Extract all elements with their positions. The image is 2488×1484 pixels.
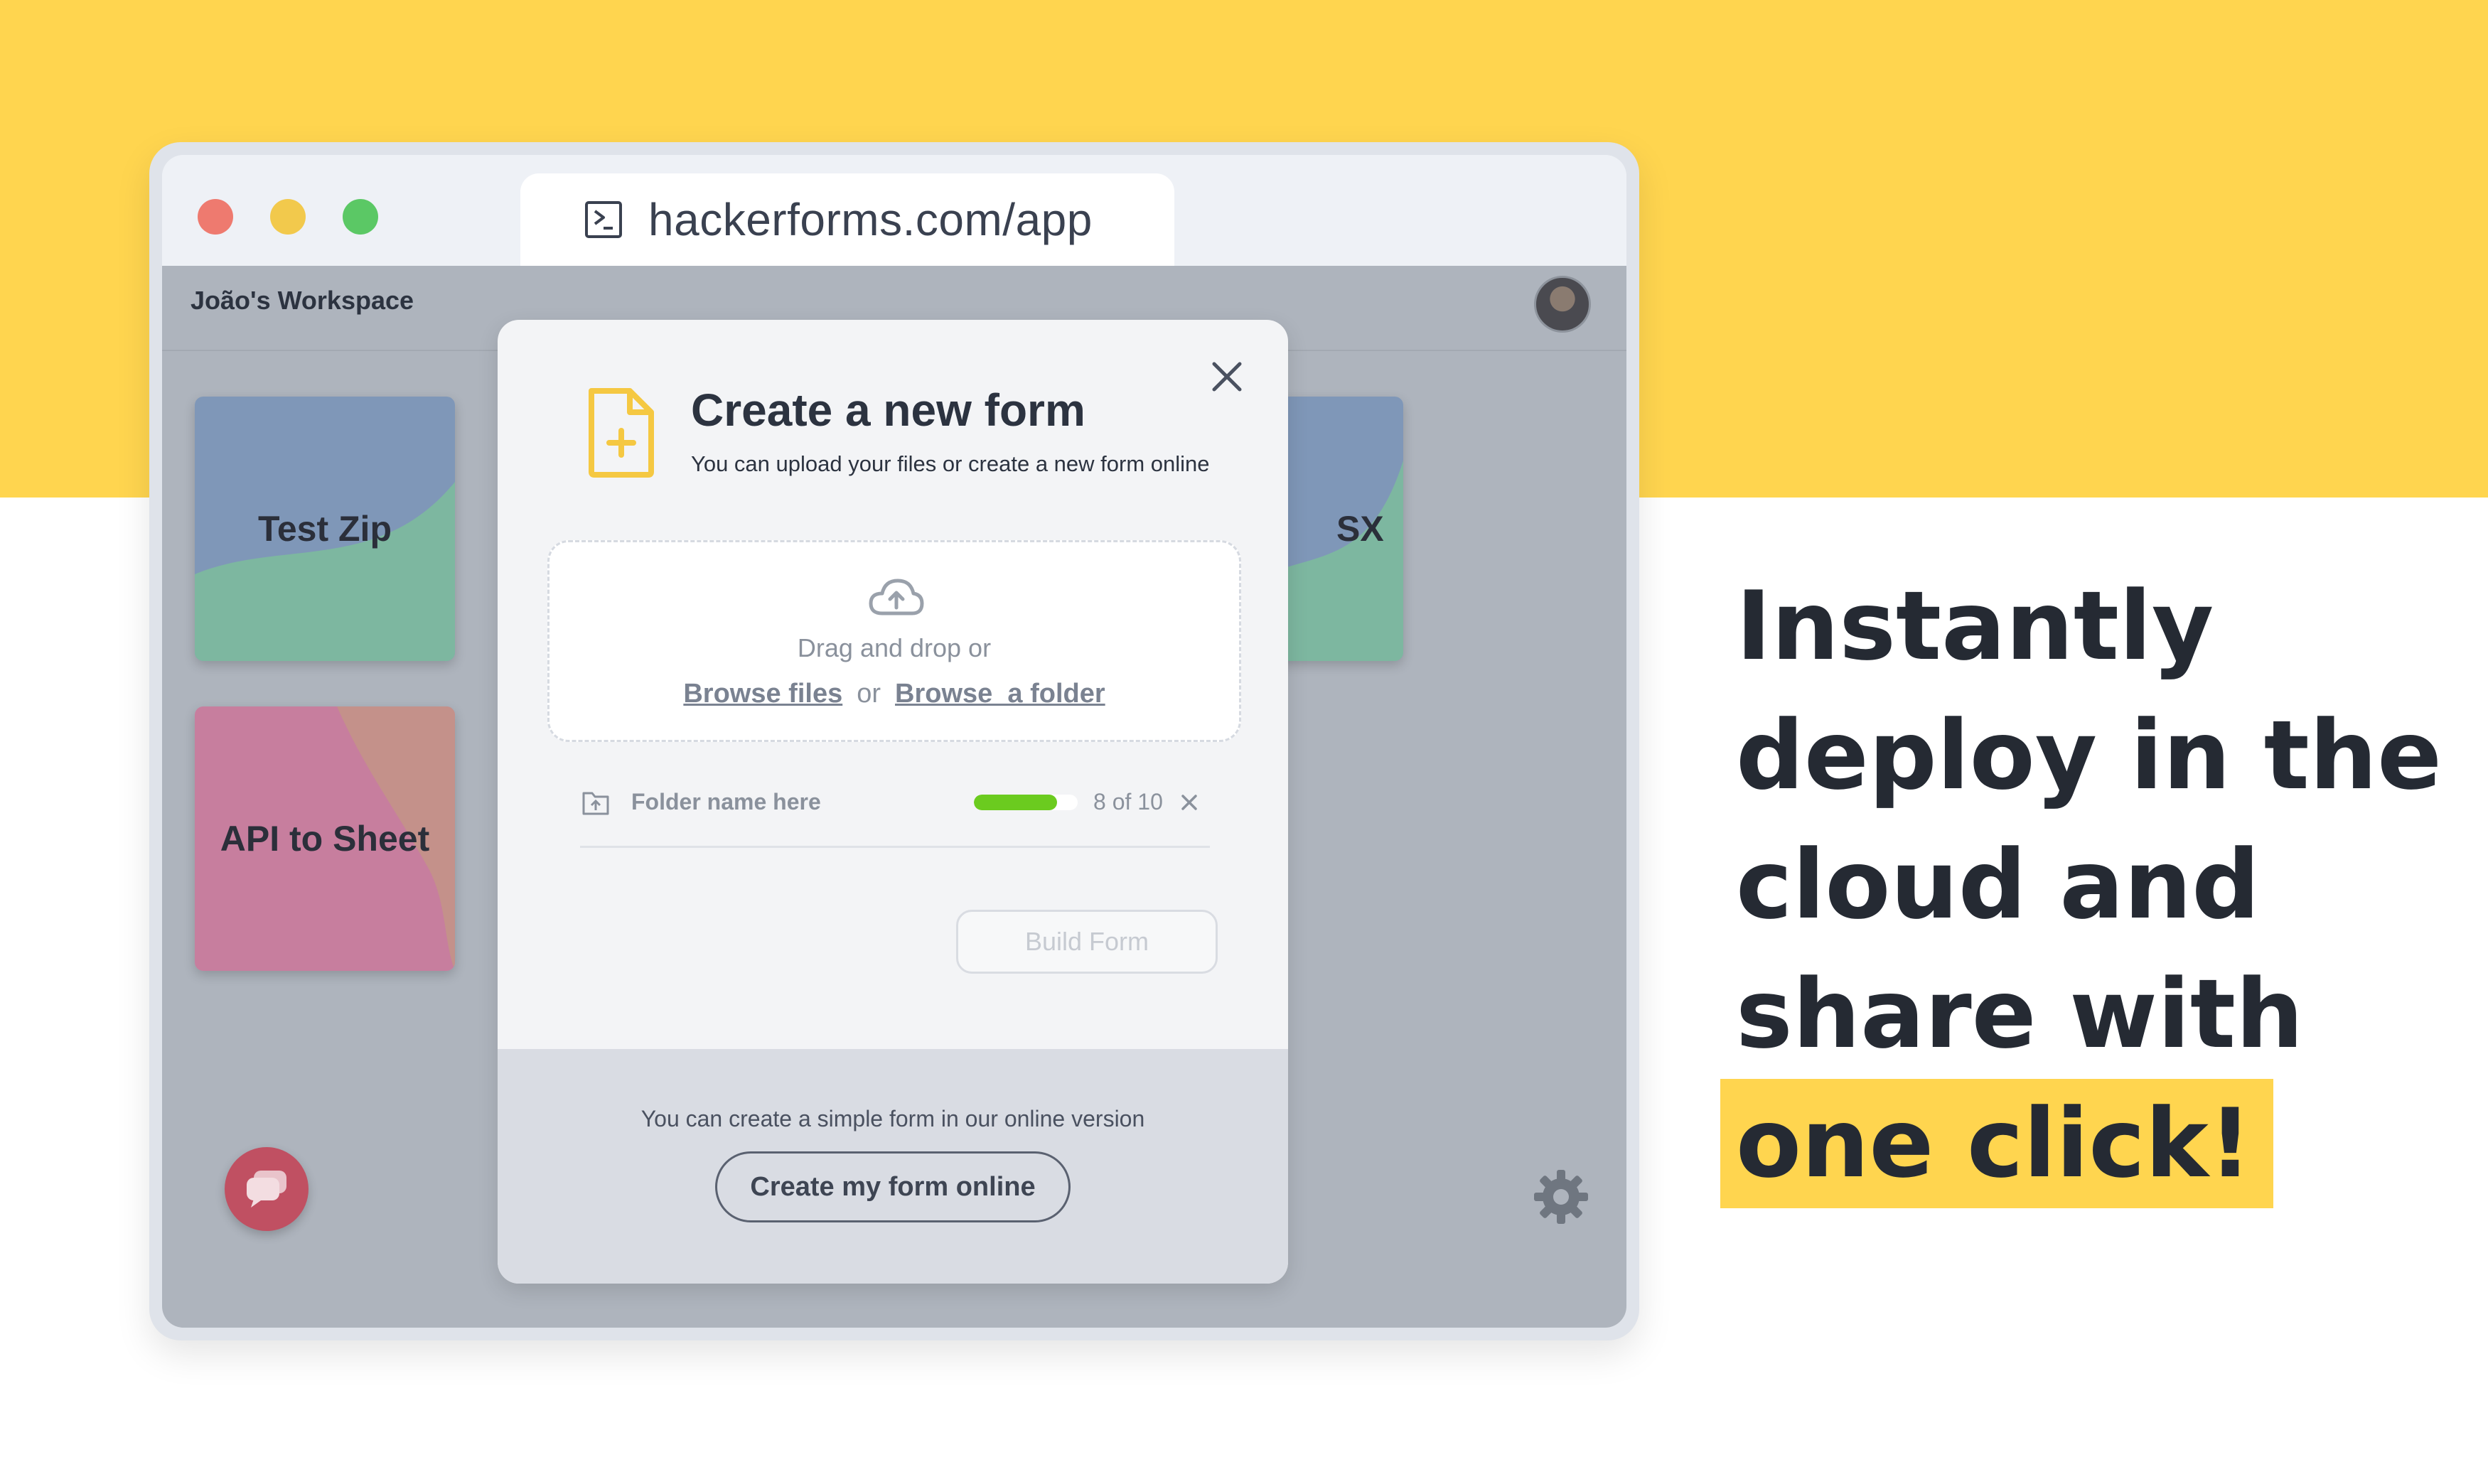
browse-folder-link[interactable]: Browse a folder xyxy=(895,679,1105,709)
close-icon[interactable] xyxy=(1207,357,1247,397)
upload-count: 8 of 10 xyxy=(1093,789,1163,814)
remove-icon[interactable] xyxy=(1179,792,1200,813)
create-form-online-button[interactable]: Create my form online xyxy=(715,1151,1071,1222)
file-plus-icon xyxy=(589,388,654,478)
modal-subtitle: You can upload your files or create a ne… xyxy=(691,451,1210,476)
headline-line: deploy in the xyxy=(1736,700,2443,811)
modal-title: Create a new form xyxy=(691,385,1085,436)
headline-line: Instantly xyxy=(1736,571,2214,682)
upload-progress-bar xyxy=(974,795,1078,810)
browse-row: Browse files or Browse a folder xyxy=(549,679,1239,709)
upload-progress-fill xyxy=(974,795,1057,810)
form-card-test-zip[interactable]: Test Zip xyxy=(195,397,455,661)
headline-highlight: one click! xyxy=(1720,1079,2273,1208)
dropzone-prompt: Drag and drop or xyxy=(797,633,992,662)
folder-name: Folder name here xyxy=(631,789,821,814)
chat-button[interactable] xyxy=(225,1147,309,1231)
upload-progress-row: Folder name here 8 of 10 xyxy=(580,775,1210,848)
modal-footer: You can create a simple form in our onli… xyxy=(498,1049,1288,1284)
url-text: hackerforms.com/app xyxy=(648,194,1093,245)
browser-tab[interactable]: hackerforms.com/app xyxy=(520,173,1174,266)
window-minimize-dot[interactable] xyxy=(270,199,306,235)
workspace-title: João's Workspace xyxy=(191,286,414,315)
gear-icon[interactable] xyxy=(1533,1168,1589,1225)
headline-line: cloud and xyxy=(1736,829,2261,940)
file-dropzone[interactable]: Drag and drop or Browse files or Browse a … xyxy=(547,540,1241,742)
terminal-icon xyxy=(585,201,622,238)
headline-highlight-line: one click! xyxy=(1720,1079,2447,1208)
window-close-dot[interactable] xyxy=(198,199,233,235)
create-form-modal: Create a new form You can upload your fi… xyxy=(498,320,1288,1284)
card-label: SX xyxy=(1336,509,1384,549)
card-label: Test Zip xyxy=(258,509,392,549)
browse-files-link[interactable]: Browse files xyxy=(683,679,842,709)
headline: Instantly deploy in the cloud and share … xyxy=(1720,561,2447,1208)
browser-chrome-bar: hackerforms.com/app xyxy=(162,155,1626,266)
chat-icon xyxy=(247,1171,286,1208)
cloud-upload-icon xyxy=(869,579,924,615)
or-text: or xyxy=(857,679,881,709)
headline-line: share with xyxy=(1736,959,2304,1070)
build-form-button[interactable]: Build Form xyxy=(956,910,1218,974)
folder-upload-icon xyxy=(582,792,609,815)
window-maximize-dot[interactable] xyxy=(343,199,378,235)
card-label: API to Sheet xyxy=(220,819,430,859)
avatar[interactable] xyxy=(1534,276,1591,333)
footer-text: You can create a simple form in our onli… xyxy=(640,1106,1145,1131)
form-card-api-to-sheet[interactable]: API to Sheet xyxy=(195,706,455,971)
